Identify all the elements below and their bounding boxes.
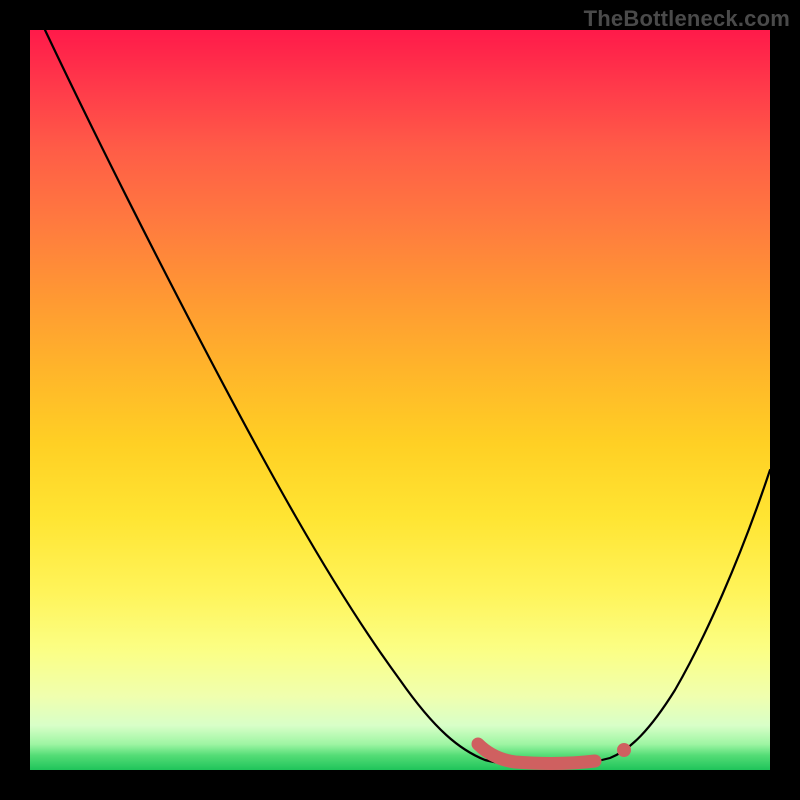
curve-layer — [30, 30, 770, 770]
plot-area — [30, 30, 770, 770]
bottleneck-curve — [45, 30, 770, 765]
watermark-text: TheBottleneck.com — [584, 6, 790, 32]
chart-frame: TheBottleneck.com — [0, 0, 800, 800]
optimal-point-dot — [617, 743, 631, 757]
optimal-range-segment — [478, 744, 595, 763]
